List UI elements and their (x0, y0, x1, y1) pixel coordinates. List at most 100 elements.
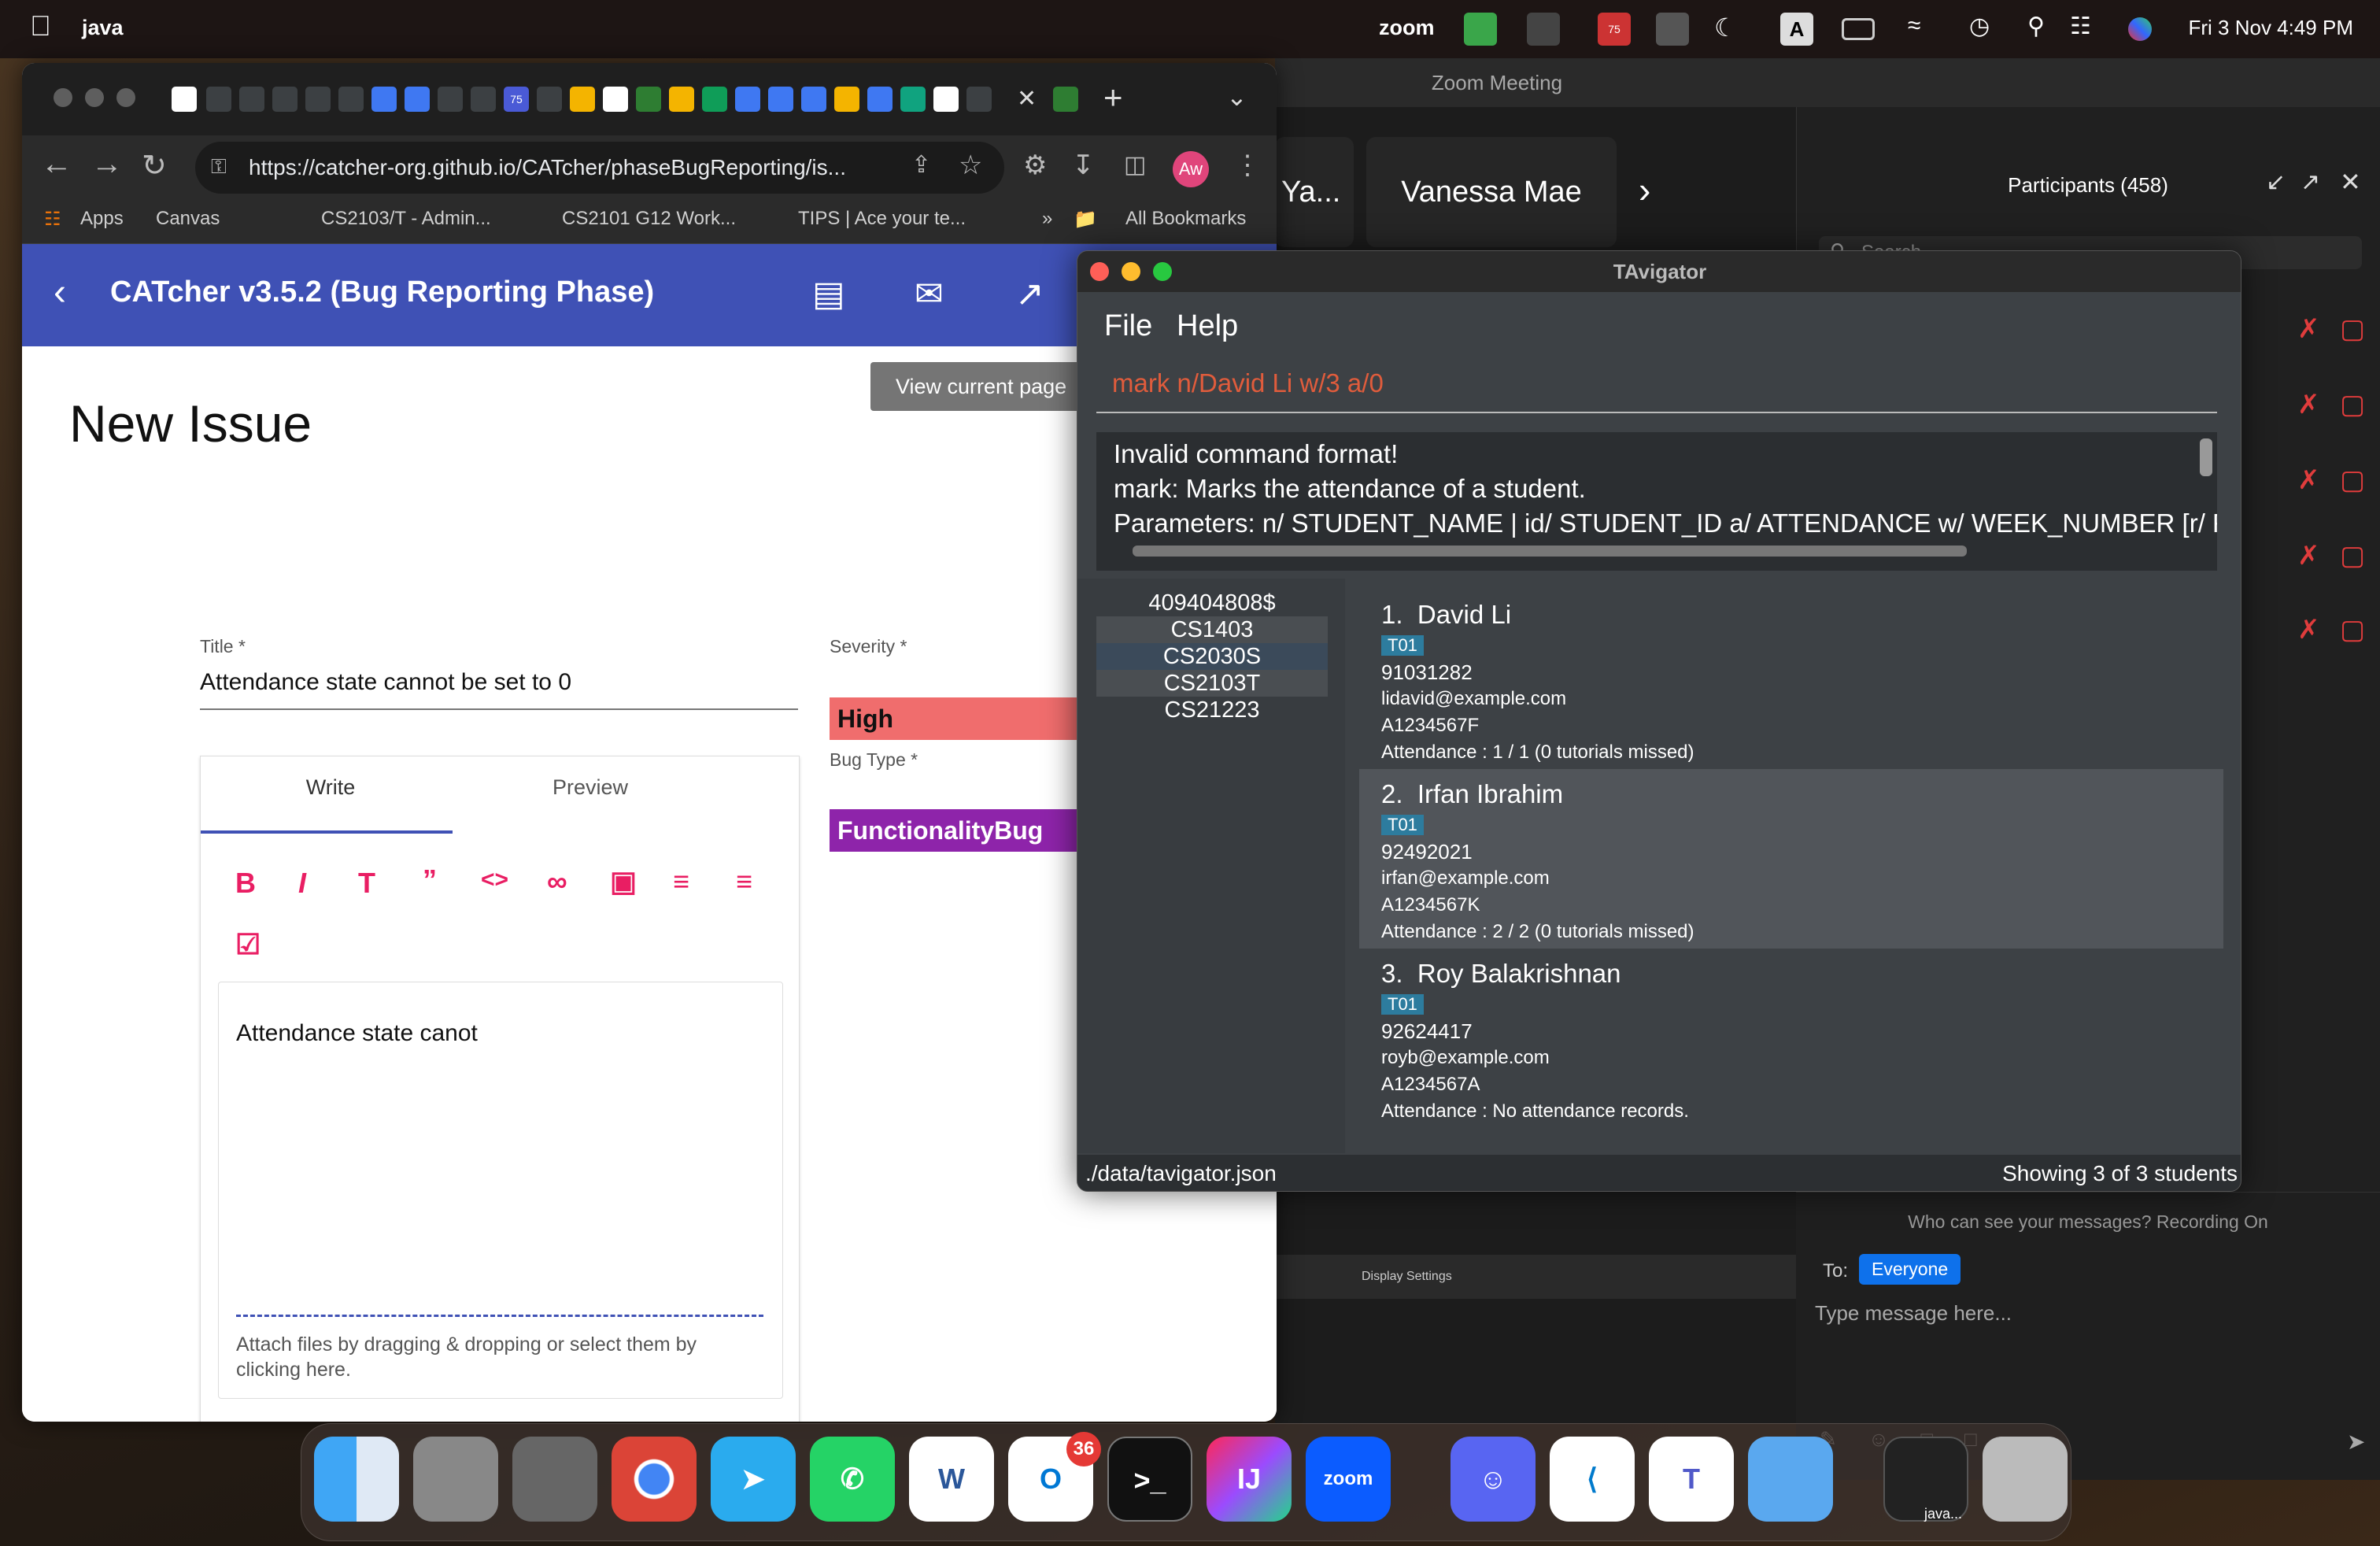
mail-icon[interactable]: ✉ (915, 274, 944, 314)
calendar-badge-icon[interactable]: 75 (1598, 13, 1631, 46)
word-icon[interactable]: W (909, 1437, 994, 1522)
tab-icon[interactable] (966, 87, 992, 112)
tab-preview[interactable]: Preview (460, 775, 720, 800)
side-panel-icon[interactable]: ◫ (1124, 151, 1146, 179)
course-item[interactable]: CS2030S (1096, 643, 1328, 670)
lock-icon[interactable]: ⚿ (211, 154, 227, 179)
moon-icon[interactable]: ☾ (1714, 13, 1747, 46)
battery-icon[interactable] (1842, 18, 1875, 40)
wikipedia-tab-icon[interactable] (172, 87, 197, 112)
zoom-menubar-label[interactable]: zoom (1379, 16, 1435, 40)
heading-icon[interactable]: T (358, 867, 375, 900)
vpn-icon[interactable] (1527, 13, 1560, 46)
new-tab-icon[interactable]: + (1103, 79, 1123, 117)
drive-tab-icon[interactable] (669, 87, 694, 112)
outlook-icon[interactable]: O 36 (1008, 1432, 1101, 1522)
tab-icon[interactable] (206, 87, 231, 112)
bookmark-apps[interactable]: Apps (80, 208, 124, 230)
tab-search-chevron-icon[interactable]: ⌄ (1226, 82, 1247, 112)
bookmark-canvas[interactable]: Canvas (156, 208, 220, 230)
code-icon[interactable]: <> (481, 867, 508, 893)
all-bookmarks[interactable]: All Bookmarks (1125, 208, 1246, 230)
bullet-list-icon[interactable]: ≡ (673, 865, 689, 898)
tab-badge-icon[interactable]: 75 (504, 87, 529, 112)
italic-icon[interactable]: I (298, 867, 306, 900)
close-icon[interactable]: ✕ (2340, 167, 2361, 197)
description-textarea[interactable]: Attendance state canot Attach files by d… (218, 982, 783, 1399)
send-icon[interactable]: ➤ (2347, 1429, 2365, 1455)
spotlight-search-icon[interactable]: ⚲ (2027, 13, 2060, 46)
control-center-icon[interactable]: ☷ (2070, 13, 2103, 46)
video-tile[interactable]: Ya... (1275, 137, 1354, 247)
github-tab-icon[interactable] (603, 87, 628, 112)
quote-icon[interactable]: ” (423, 864, 437, 897)
bookmark-cs2101[interactable]: CS2101 G12 Work... (562, 208, 736, 230)
outlook-menubar-icon[interactable] (1656, 13, 1689, 46)
share-icon[interactable]: ⇪ (911, 151, 931, 179)
finder-icon[interactable] (314, 1437, 399, 1522)
intellij-icon[interactable]: IJ (1207, 1437, 1292, 1522)
minimize-window-button[interactable] (85, 88, 104, 107)
tab-icon[interactable] (272, 87, 298, 112)
forward-icon[interactable]: → (91, 146, 123, 182)
trash-icon[interactable] (1983, 1437, 2068, 1522)
tab-icon[interactable] (471, 87, 496, 112)
chat-recipient-dropdown[interactable]: Everyone (1859, 1254, 1961, 1285)
address-bar[interactable]: https://catcher-org.github.io/CATcher/ph… (195, 142, 1004, 194)
docs-tab-icon[interactable] (801, 87, 826, 112)
system-settings-icon[interactable] (512, 1437, 597, 1522)
vscode-icon[interactable]: ⟨ (1550, 1437, 1635, 1522)
task-list-icon[interactable]: ☑ (235, 928, 261, 961)
result-scrollbar[interactable] (2200, 438, 2212, 476)
minimize-window-button[interactable] (1122, 262, 1140, 281)
clock-history-icon[interactable]: ◷ (1969, 13, 2002, 46)
slides-tab-icon[interactable] (570, 87, 595, 112)
chrome-icon[interactable] (612, 1437, 697, 1522)
tab-icon[interactable] (537, 87, 562, 112)
command-input[interactable]: mark n/David Li w/3 a/0 (1096, 353, 2217, 413)
image-icon[interactable]: ▣ (610, 865, 637, 898)
back-icon[interactable]: ← (41, 146, 72, 182)
popout-icon[interactable]: ↗ (2301, 168, 2320, 196)
teams-icon[interactable]: T (1649, 1437, 1734, 1522)
close-window-button[interactable] (1090, 262, 1109, 281)
result-hscrollbar[interactable] (1133, 546, 1967, 557)
zoom-dock-icon[interactable]: zoom (1306, 1437, 1391, 1522)
course-item[interactable]: CS2103T (1096, 670, 1328, 697)
tab-icon[interactable] (1053, 87, 1078, 112)
react-tab-icon[interactable] (438, 87, 463, 112)
student-card[interactable]: 1. David Li T01 91031282 lidavid@example… (1359, 590, 2223, 769)
tab-icon[interactable] (636, 87, 661, 112)
active-app-name[interactable]: java (82, 16, 124, 40)
whatsapp-icon[interactable]: ✆ (810, 1437, 895, 1522)
next-page-chevron-icon[interactable]: › (1639, 168, 1650, 211)
course-item[interactable]: CS1403 (1096, 616, 1328, 643)
folder-icon[interactable] (1748, 1437, 1833, 1522)
docs-tab-icon[interactable] (867, 87, 893, 112)
menu-file[interactable]: File (1104, 309, 1152, 343)
docs-tab-icon[interactable] (768, 87, 793, 112)
launchpad-icon[interactable] (413, 1437, 498, 1522)
docs-tab-icon[interactable] (371, 87, 397, 112)
tab-icon[interactable] (239, 87, 264, 112)
telegram-icon[interactable]: ➤ (711, 1437, 796, 1522)
zoom-window-button[interactable] (1153, 262, 1172, 281)
bold-icon[interactable]: B (235, 867, 256, 900)
tab-write[interactable]: Write (201, 775, 460, 800)
extension-icon[interactable] (1464, 13, 1497, 46)
minimize-icon[interactable]: ↙ (2266, 168, 2286, 196)
back-chevron-icon[interactable]: ‹ (54, 271, 66, 314)
bookmark-cs2103[interactable]: CS2103/T - Admin... (321, 208, 491, 230)
student-card[interactable]: 3. Roy Balakrishnan T01 92624417 royb@ex… (1359, 949, 2223, 1128)
bookmarks-overflow[interactable]: » (1042, 208, 1052, 230)
apple-icon[interactable]:  (30, 9, 51, 43)
profile-avatar[interactable]: Aw (1173, 151, 1209, 187)
video-tile[interactable]: Vanessa Mae (1366, 137, 1617, 247)
chat-message-input[interactable]: Type message here... (1815, 1301, 2012, 1326)
close-window-button[interactable] (54, 88, 72, 107)
open-external-icon[interactable]: ↗ (1015, 274, 1044, 314)
bookmark-star-icon[interactable]: ☆ (959, 150, 982, 181)
menu-kebab-icon[interactable]: ⋮ (1234, 150, 1261, 181)
tab-icon[interactable] (338, 87, 364, 112)
docs-tab-icon[interactable] (735, 87, 760, 112)
